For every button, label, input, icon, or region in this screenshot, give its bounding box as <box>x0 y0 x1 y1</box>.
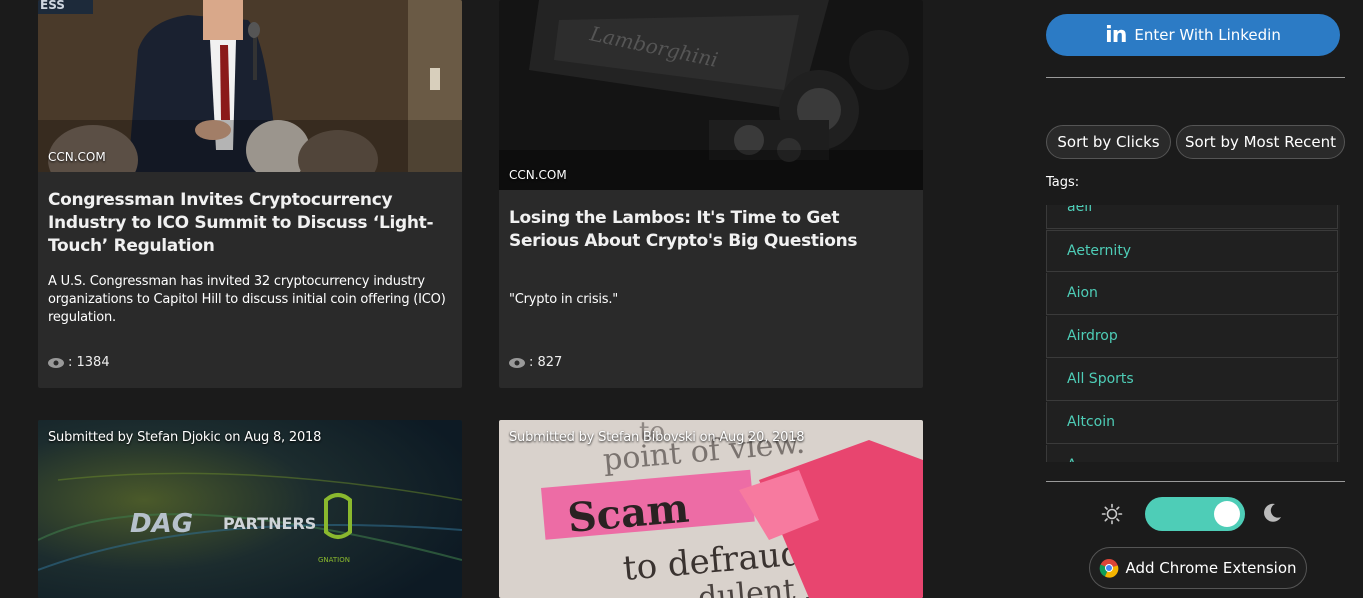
card-1-view-count: : 1384 <box>68 355 110 370</box>
news-card-2[interactable]: Lamborghini CCN.COM Losing the Lambos: I… <box>499 0 923 388</box>
card-3-submitted: Submitted by Stefan Djokic on Aug 8, 201… <box>48 430 322 445</box>
engine-photo: Lamborghini <box>499 0 923 190</box>
sort-by-clicks-label: Sort by Clicks <box>1057 133 1160 151</box>
scam-dictionary-photo: to point of view. Scam to defraud a dule… <box>499 420 923 598</box>
tags-list[interactable]: aelf Aeternity Aion Airdrop All Sports A… <box>1046 205 1340 462</box>
tag-label: A <box>1067 457 1077 462</box>
eye-icon <box>509 357 525 368</box>
card-3-image[interactable]: DAG PARTNERS GNATION <box>38 420 462 598</box>
theme-toggle[interactable] <box>1145 497 1245 531</box>
add-chrome-extension-button[interactable]: Add Chrome Extension <box>1089 547 1307 589</box>
tag-item[interactable]: aelf <box>1046 205 1338 229</box>
sort-by-recent-label: Sort by Most Recent <box>1184 133 1337 151</box>
tag-item[interactable]: Aion <box>1046 273 1338 315</box>
card-2-description: "Crypto in crisis." <box>509 292 619 307</box>
tag-label: Aion <box>1067 285 1098 301</box>
tag-label: All Sports <box>1067 371 1134 387</box>
dag-partners-graphic: DAG PARTNERS GNATION <box>38 420 462 598</box>
card-4-submitted: Submitted by Stefan Bibovski on Aug 20, … <box>509 430 805 445</box>
svg-text:ESS: ESS <box>40 0 65 12</box>
card-2-view-count: : 827 <box>529 355 563 370</box>
tag-label: Airdrop <box>1067 328 1118 344</box>
svg-text:DAG: DAG <box>130 509 193 539</box>
tag-label: Aeternity <box>1067 243 1132 259</box>
sun-icon[interactable] <box>1101 503 1123 525</box>
card-1-source: CCN.COM <box>48 150 106 164</box>
tag-item[interactable]: Altcoin <box>1046 402 1338 444</box>
chrome-extension-label: Add Chrome Extension <box>1125 559 1297 577</box>
svg-text:PARTNERS: PARTNERS <box>223 514 316 533</box>
svg-text:GNATION: GNATION <box>318 556 350 564</box>
tag-item[interactable]: Airdrop <box>1046 316 1338 358</box>
linkedin-icon: in <box>1105 22 1127 48</box>
sort-by-recent-button[interactable]: Sort by Most Recent <box>1176 125 1345 159</box>
linkedin-login-button[interactable]: in Enter With Linkedin <box>1046 14 1340 56</box>
card-1-views: : 1384 <box>48 355 110 370</box>
card-2-title[interactable]: Losing the Lambos: It's Time to Get Seri… <box>509 207 909 253</box>
congressman-photo: ESS <box>38 0 462 172</box>
sidebar-divider-top <box>1046 77 1345 78</box>
card-2-source: CCN.COM <box>509 168 567 182</box>
news-card-3[interactable]: DAG PARTNERS GNATION Submitted by Stefan… <box>38 420 462 598</box>
chrome-icon <box>1100 559 1119 578</box>
card-2-views: : 827 <box>509 355 562 370</box>
card-1-image[interactable]: ESS <box>38 0 462 172</box>
card-1-description: A U.S. Congressman has invited 32 crypto… <box>48 274 446 325</box>
news-card-1[interactable]: ESS CCN.COM Congressman Invites Cryptocu… <box>38 0 462 388</box>
moon-icon[interactable] <box>1261 502 1283 524</box>
card-2-image[interactable]: Lamborghini <box>499 0 923 190</box>
tag-item[interactable]: Aeternity <box>1046 230 1338 272</box>
tag-item[interactable]: All Sports <box>1046 359 1338 401</box>
tags-label: Tags: <box>1046 175 1080 190</box>
linkedin-label: Enter With Linkedin <box>1134 26 1281 44</box>
card-4-image[interactable]: to point of view. Scam to defraud a dule… <box>499 420 923 598</box>
tag-label: Altcoin <box>1067 414 1115 430</box>
news-card-4[interactable]: to point of view. Scam to defraud a dule… <box>499 420 923 598</box>
tag-label: aelf <box>1067 205 1094 215</box>
sidebar-divider-bottom <box>1046 481 1345 482</box>
eye-icon <box>48 357 64 368</box>
card-1-title[interactable]: Congressman Invites Cryptocurrency Indus… <box>48 189 448 258</box>
sort-by-clicks-button[interactable]: Sort by Clicks <box>1046 125 1171 159</box>
theme-toggle-knob <box>1214 501 1240 527</box>
tag-item[interactable]: A <box>1046 445 1338 462</box>
